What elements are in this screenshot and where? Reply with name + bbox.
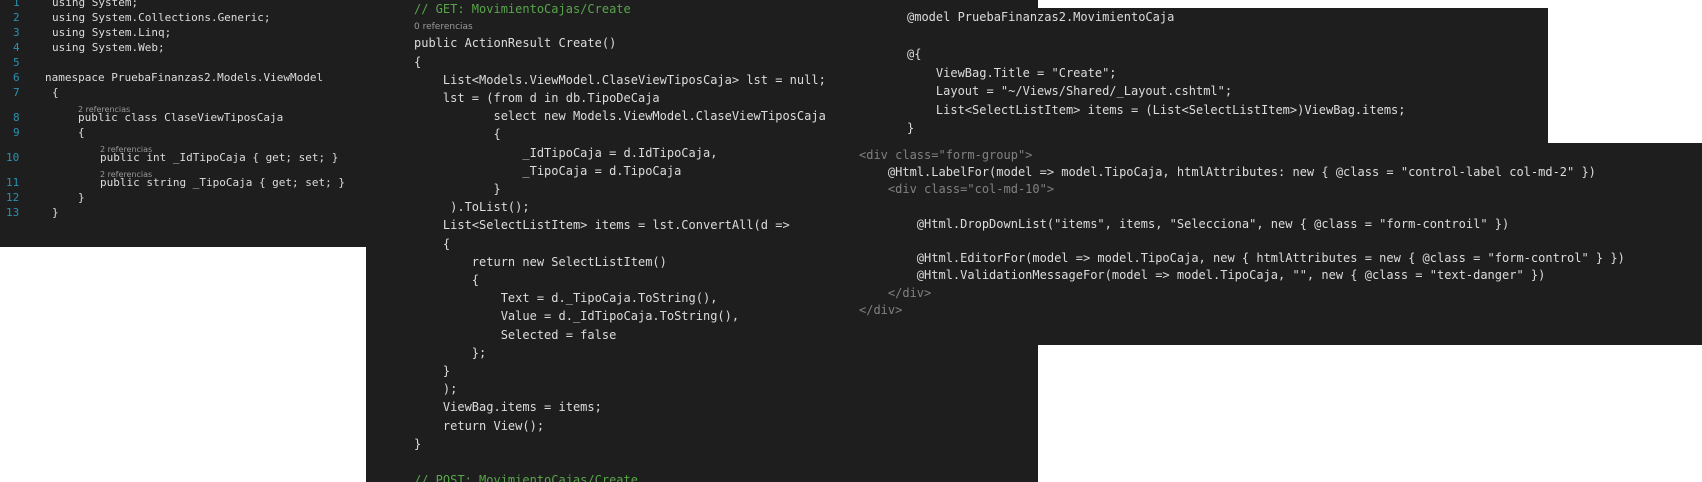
code-panel-razor-header: @model PruebaFinanzas2.MovimientoCaja @{ … [900, 8, 1548, 144]
code-line: public class ClaseViewTiposCaja [78, 111, 284, 124]
code-line: List<SelectListItem> items = lst.Convert… [414, 218, 790, 233]
code-line: { [414, 127, 501, 142]
code-line: </div> [859, 302, 903, 317]
code-line: { [414, 273, 480, 287]
code-line: } [414, 436, 422, 451]
code-panel-razor-form: <div class="form-group"> @Html.LabelFor(… [856, 143, 1702, 345]
code-line: <div class="col-md-10"> [859, 182, 1055, 197]
code-line: { [414, 54, 422, 69]
code-line: _IdTipoCaja = d.IdTipoCaja, [414, 145, 718, 160]
line-number: 8 [13, 111, 20, 124]
code-line: @Html.ValidationMessageFor(model => mode… [859, 268, 1546, 283]
code-line: </div> [859, 285, 932, 300]
code-line: }; [414, 345, 487, 360]
line-number: 3 [13, 26, 20, 39]
code-line: return View(); [414, 418, 545, 433]
code-line: // GET: MovimientoCajas/Create [414, 2, 631, 16]
code-line: Layout = "~/Views/Shared/_Layout.cshtml"… [907, 84, 1233, 98]
code-line: List<SelectListItem> items = (List<Selec… [907, 102, 1406, 117]
code-line: } [414, 182, 501, 196]
line-number: 7 [13, 86, 20, 99]
code-line: using System.Collections.Generic; [52, 11, 271, 24]
code-line: { [52, 86, 59, 99]
code-line: public ActionResult Create() [414, 36, 617, 51]
code-line: List<Models.ViewModel.ClaseViewTiposCaja… [414, 72, 826, 87]
code-line: ).ToList(); [414, 200, 530, 215]
code-line: Value = d._IdTipoCaja.ToString(), [414, 309, 740, 324]
code-line: ); [414, 382, 458, 397]
code-line: using System.Linq; [52, 26, 172, 39]
code-line: public int _IdTipoCaja { get; set; } [100, 151, 339, 164]
code-line: Selected = false [414, 327, 617, 342]
line-number: 6 [13, 71, 20, 84]
line-number: 5 [13, 56, 20, 69]
code-line: { [414, 236, 451, 251]
code-line: Text = d._TipoCaja.ToString(), [414, 291, 718, 306]
code-line: return new SelectListItem() [414, 254, 667, 269]
code-line: } [78, 191, 85, 204]
code-line: lst = (from d in db.TipoDeCaja [414, 91, 660, 105]
code-line: @{ [907, 47, 922, 61]
code-line: @model PruebaFinanzas2.MovimientoCaja [907, 10, 1175, 24]
line-number: 4 [13, 41, 20, 54]
code-line: <div class="form-group"> [859, 148, 1033, 162]
code-line: } [907, 121, 915, 135]
code-line: using System; [52, 0, 139, 9]
code-line: public string _TipoCaja { get; set; } [100, 176, 346, 189]
line-number: 10 [6, 151, 20, 164]
code-line: select new Models.ViewModel.ClaseViewTip… [414, 109, 826, 124]
line-number: 12 [6, 191, 20, 204]
code-line: ViewBag.items = items; [414, 400, 602, 415]
code-panel-viewmodel: 1 using System; 2 using System.Collections.… [0, 0, 366, 247]
code-line: _TipoCaja = d.TipoCaja [414, 163, 682, 178]
code-line: @Html.EditorFor(model => model.TipoCaja,… [859, 251, 1625, 266]
line-number: 2 [13, 11, 20, 24]
line-number: 9 [13, 126, 20, 139]
code-line: } [52, 206, 59, 219]
line-number: 13 [6, 206, 20, 219]
code-line: using System.Web; [52, 41, 165, 54]
code-line: @Html.DropDownList("items", items, "Sele… [859, 216, 1510, 231]
code-line: 0 referencias [414, 22, 473, 33]
code-line: { [78, 126, 85, 139]
code-line: @Html.LabelFor(model => model.TipoCaja, … [859, 165, 1596, 180]
code-line: namespace PruebaFinanzas2.Models.ViewMod… [45, 71, 324, 84]
code-line: } [414, 364, 451, 378]
line-number: 1 [13, 0, 20, 9]
code-line: // POST: MovimientoCajas/Create [414, 473, 638, 482]
line-number: 11 [6, 176, 20, 189]
code-line: ViewBag.Title = "Create"; [907, 65, 1117, 80]
